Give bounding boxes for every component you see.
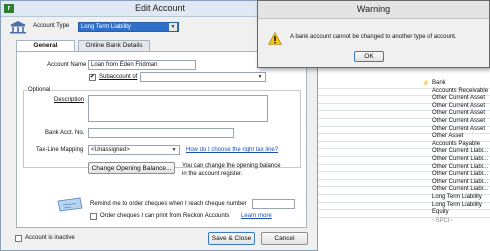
cheque-icon — [56, 197, 84, 212]
account-type-cell: Other Current Asset — [432, 118, 486, 124]
list-more-indicator: ~SPCI~ — [432, 217, 454, 224]
tax-line-mapping-label: Tax-Line Mapping — [36, 147, 84, 153]
bank-acct-no-label: Bank Acct. No. — [45, 130, 85, 136]
account-type-cell: Other Current Asset — [432, 95, 486, 102]
tax-line-value: <Unassigned> — [91, 147, 130, 153]
account-type-cell: Other Current Liabi... — [432, 171, 489, 178]
change-opening-balance-button[interactable]: Change Opening Balance... — [88, 162, 175, 174]
order-cheques-checkbox[interactable] — [90, 213, 97, 220]
chevron-down-icon: ▼ — [169, 23, 177, 31]
opening-balance-note: You can change the opening balance in th… — [182, 163, 281, 177]
warning-titlebar: Warning — [258, 1, 489, 19]
account-type-cell: Bank — [432, 80, 446, 86]
warning-dialog: Warning A bank account cannot be changed… — [257, 0, 490, 68]
subaccount-label: Subaccount of — [99, 74, 138, 80]
tab-online-bank-details[interactable]: Online Bank Details — [78, 40, 150, 51]
chevron-down-icon: ▼ — [171, 147, 177, 153]
account-type-cell: Accounts Payable — [432, 140, 481, 147]
subaccount-checkbox[interactable]: ✔ — [89, 74, 96, 81]
tab-general[interactable]: General — [16, 40, 75, 51]
account-type-cell: Other Current Liabi... — [432, 156, 489, 162]
account-type-label: Account Type — [33, 23, 70, 29]
subaccount-select[interactable]: ▼ — [140, 72, 266, 82]
account-type-cell: Other Asset — [432, 133, 464, 140]
account-type-cell: Other Current Asset — [432, 102, 486, 109]
account-type-value: Long Term Liability — [81, 24, 131, 30]
description-label: Description — [54, 97, 85, 103]
save-close-button[interactable]: Save & Close — [208, 232, 255, 245]
cancel-button[interactable]: Cancel — [261, 232, 308, 245]
tax-line-select[interactable]: <Unassigned> ▼ — [88, 145, 180, 155]
account-type-cell: Other Current Asset — [432, 110, 486, 117]
description-textarea[interactable] — [88, 95, 268, 122]
order-cheques-label: Order cheques I can print from Reckon Ac… — [100, 213, 230, 219]
account-type-cell: Accounts Receivable — [432, 87, 489, 94]
optional-label: Optional — [27, 87, 52, 93]
account-name-input[interactable]: Loan from Eden Fridman — [88, 60, 196, 70]
bank-acct-no-input[interactable] — [88, 128, 234, 138]
account-name-label: Account Name — [47, 62, 87, 68]
learn-more-link[interactable]: Learn more — [241, 213, 272, 219]
bank-building-icon — [9, 20, 27, 34]
account-type-cell: Other Current Liabi... — [432, 178, 489, 185]
account-list-row[interactable]: Equity — [318, 209, 490, 218]
account-type-cell: Other Current Liabi... — [432, 163, 489, 170]
tax-line-help-link[interactable]: How do I choose the right tax line? — [186, 147, 278, 153]
account-type-select[interactable]: Long Term Liability ▼ — [78, 22, 179, 32]
cheque-number-input[interactable] — [252, 199, 295, 209]
warning-message: A bank account cannot be changed to anot… — [290, 34, 457, 40]
account-type-cell: Other Current Liabi... — [432, 186, 489, 193]
chevron-down-icon: ▼ — [257, 74, 263, 80]
account-type-cell: Long Term Liability — [432, 201, 482, 208]
warning-title: Warning — [356, 4, 391, 14]
account-inactive-checkbox[interactable] — [15, 235, 22, 242]
remind-order-cheques-label: Remind me to order cheques when I reach … — [90, 201, 247, 207]
lightning-icon: ⚡ — [422, 81, 430, 87]
account-type-cell: Other Current Liabi... — [432, 148, 489, 155]
account-inactive-label: Account is inactive — [25, 235, 75, 241]
ok-button[interactable]: OK — [354, 51, 384, 62]
account-type-cell: Other Current Asset — [432, 125, 486, 132]
account-type-cell: Equity — [432, 209, 449, 216]
warning-icon — [267, 31, 283, 45]
account-type-cell: Long Term Liability — [432, 194, 482, 200]
